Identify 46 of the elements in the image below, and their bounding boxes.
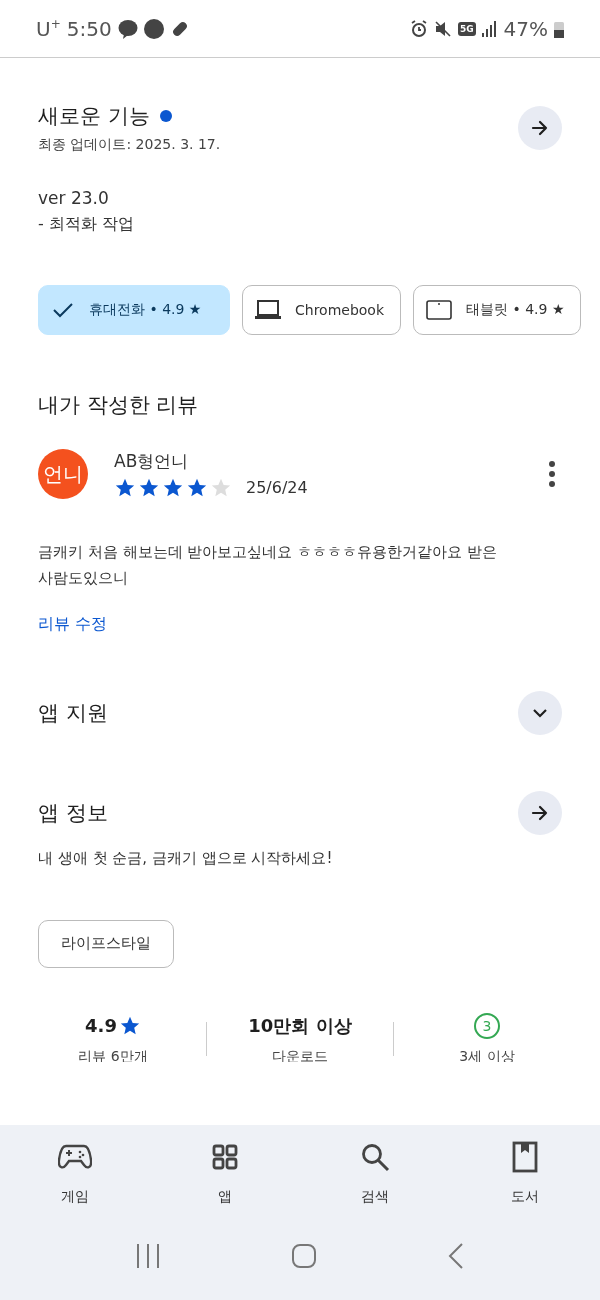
- nav-tab[interactable]: 앱: [150, 1139, 300, 1207]
- arrow-button[interactable]: [518, 790, 562, 835]
- back-icon[interactable]: [447, 1243, 465, 1269]
- chat-bubble-icon: [117, 18, 138, 39]
- circle-icon: [143, 18, 164, 39]
- carrier: U$^{+}$: [36, 16, 61, 41]
- review-date: 25/6/24: [246, 478, 308, 497]
- book-icon: [512, 1141, 538, 1173]
- grid-icon: [212, 1144, 238, 1170]
- clock: 5:50: [66, 16, 112, 41]
- gamepad-icon: [58, 1144, 92, 1170]
- battery-percent: 47%: [503, 16, 548, 41]
- section-title: 앱 지원: [38, 699, 108, 727]
- arrow-button[interactable]: [518, 106, 562, 150]
- signal-icon: [481, 20, 498, 37]
- section-title: 내가 작성한 리뷰: [38, 392, 200, 419]
- device-chip[interactable]: 태블릿 • 4.9 ★: [413, 285, 582, 335]
- network-icon: 5G: [457, 21, 476, 36]
- section-title: 새로운 기능: [38, 103, 150, 130]
- stat-value: 10만회 이상: [248, 1013, 352, 1038]
- version-text: ver 23.0: [38, 188, 110, 208]
- device-chip[interactable]: 휴대전화 • 4.9 ★: [38, 285, 230, 335]
- release-notes: - 최적화 작업: [38, 214, 135, 235]
- review-text: 금캐키 처음 해보는데 받아보고싶네요 ㅎㅎㅎㅎ유용한거같아요 받은사람도있으니: [38, 542, 498, 590]
- device-chip[interactable]: Chromebook: [242, 285, 402, 335]
- nav-tab[interactable]: 도서: [450, 1139, 600, 1207]
- section-title: 앱 정보: [38, 799, 108, 827]
- age-rating-badge: 3: [474, 1012, 500, 1039]
- category-chip[interactable]: 라이프스타일: [38, 919, 174, 968]
- avatar: 언니: [38, 449, 88, 499]
- edit-review-link[interactable]: 리뷰 수정: [38, 613, 108, 633]
- home-icon[interactable]: [291, 1243, 317, 1269]
- update-date: 최종 업데이트: 2025. 3. 17.: [38, 136, 221, 154]
- app-description: 내 생애 첫 순금, 금캐기 앱으로 시작하세요!: [38, 848, 334, 868]
- alarm-icon: [409, 19, 428, 38]
- reviewer-name: AB형언니: [114, 449, 190, 473]
- more-icon[interactable]: [548, 461, 556, 487]
- mute-icon: [433, 19, 452, 38]
- nav-tab[interactable]: 검색: [300, 1139, 450, 1207]
- laptop-icon: [255, 299, 281, 321]
- battery-icon: [554, 19, 564, 38]
- recents-icon[interactable]: [135, 1243, 161, 1269]
- nav-tab[interactable]: 게임: [0, 1139, 150, 1207]
- search-icon: [360, 1142, 390, 1172]
- tablet-icon: [426, 300, 453, 320]
- stat-value: 4.9: [85, 1015, 117, 1036]
